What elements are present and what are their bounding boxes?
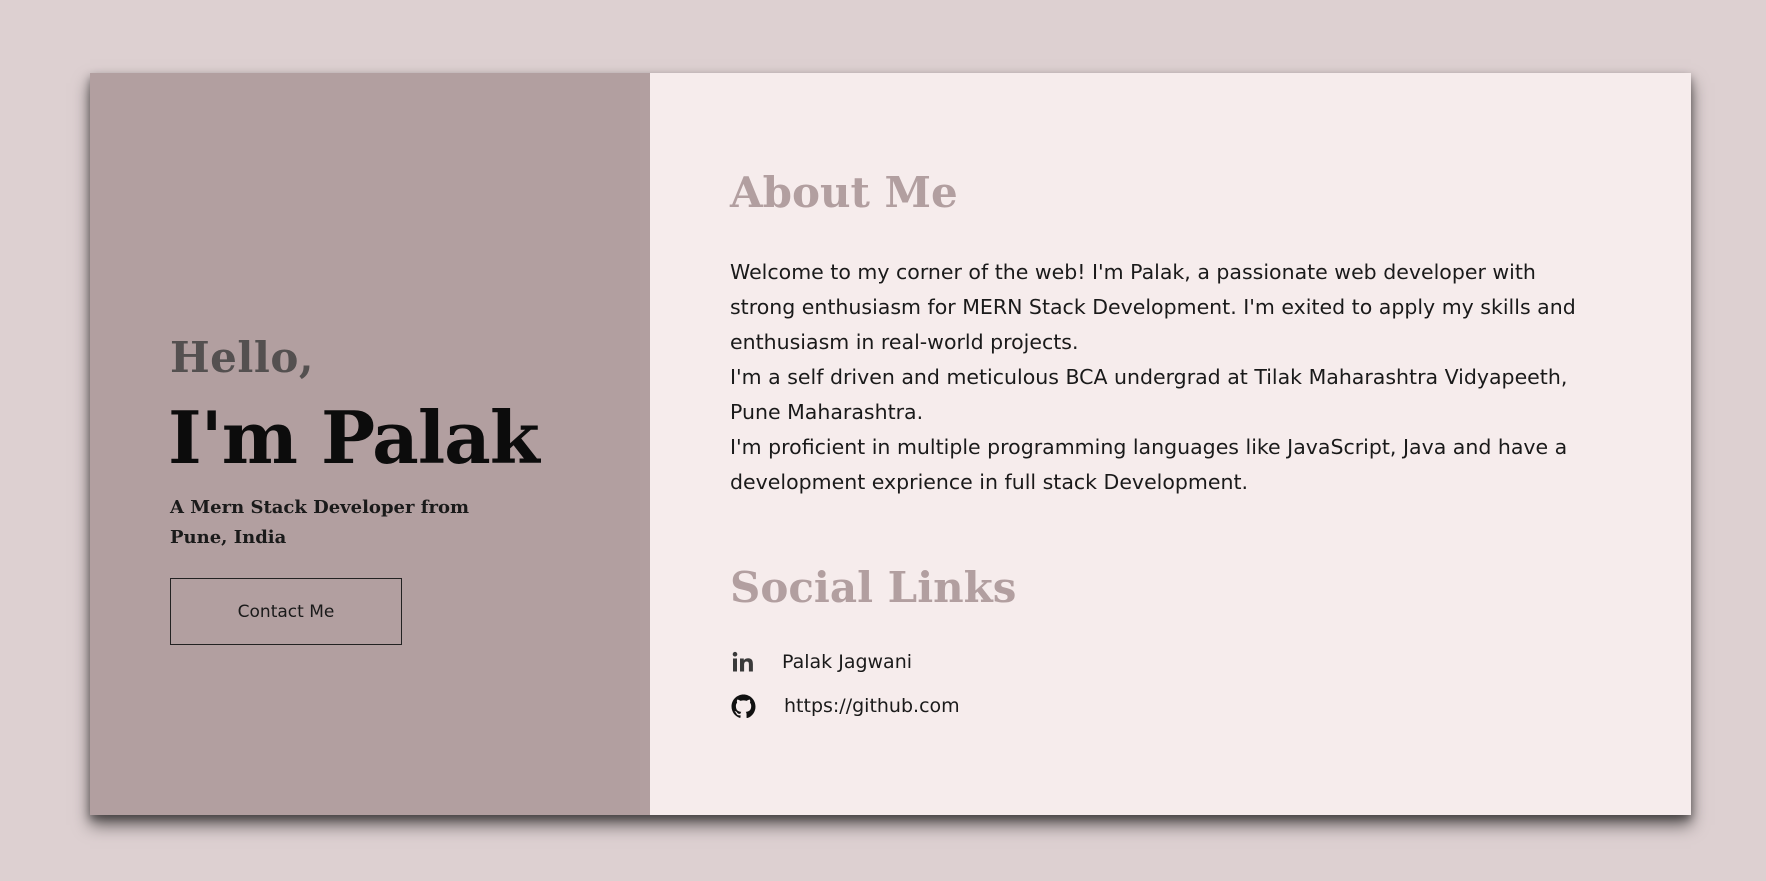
about-text: Welcome to my corner of the web! I'm Pal… [730, 255, 1600, 500]
contact-me-button[interactable]: Contact Me [170, 578, 402, 645]
profile-card: Hello, I'm Palak A Mern Stack Developer … [90, 73, 1691, 815]
github-icon[interactable] [730, 693, 756, 719]
social-links-title: Social Links [730, 563, 1017, 612]
about-paragraph: I'm proficient in multiple programming l… [730, 435, 1568, 494]
hero-panel: Hello, I'm Palak A Mern Stack Developer … [90, 73, 650, 815]
social-link-github[interactable]: https://github.com [730, 693, 960, 719]
about-paragraph: Welcome to my corner of the web! I'm Pal… [730, 260, 1576, 354]
about-paragraph: I'm a self driven and meticulous BCA und… [730, 365, 1568, 424]
content-panel: About Me Welcome to my corner of the web… [650, 73, 1691, 815]
github-link[interactable]: https://github.com [784, 695, 960, 717]
linkedin-link[interactable]: Palak Jagwani [782, 651, 912, 673]
social-link-linkedin[interactable]: Palak Jagwani [730, 649, 912, 675]
hero-name: I'm Palak [168, 395, 540, 480]
about-title: About Me [730, 168, 958, 217]
hero-tagline: A Mern Stack Developer from Pune, India [170, 497, 470, 548]
linkedin-icon[interactable] [730, 649, 756, 675]
greeting-text: Hello, [170, 333, 314, 382]
